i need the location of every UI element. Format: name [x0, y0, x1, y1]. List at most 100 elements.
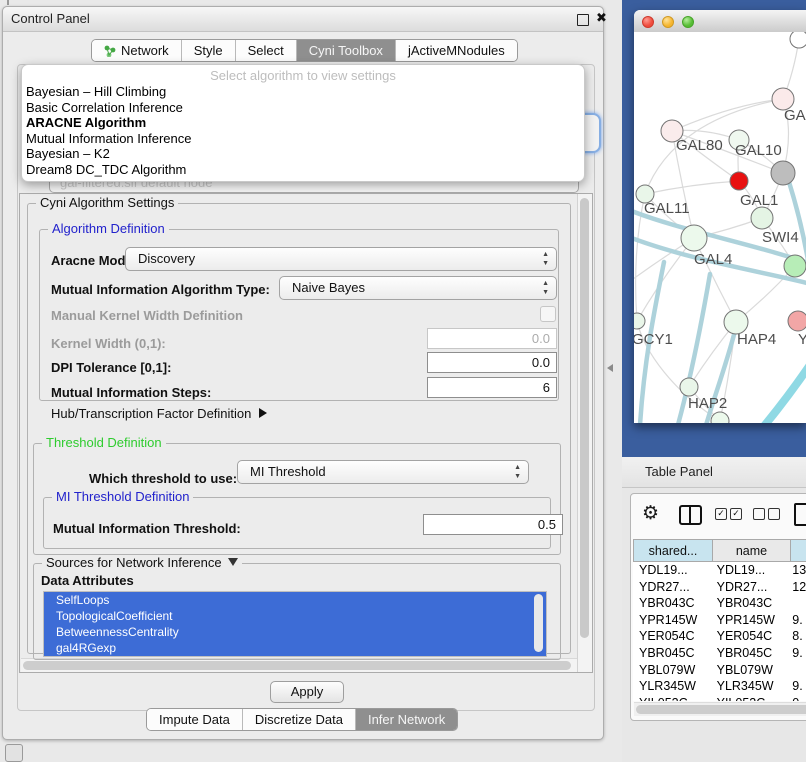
network-window-titlebar: [634, 10, 806, 33]
unchecked-boxes-icon[interactable]: [753, 508, 780, 520]
tab-jactivemnodules[interactable]: jActiveMNodules: [396, 40, 517, 61]
table-row-yil052c[interactable]: YIL052CYIL052C0.: [633, 695, 806, 701]
node-label-gal10: GAL10: [735, 142, 782, 159]
node-label-gal80: GAL80: [676, 137, 723, 154]
node-label-gal4: GAL4: [694, 251, 732, 268]
tab-cyni-toolbox[interactable]: Cyni Toolbox: [297, 40, 396, 61]
attribute-selfloops[interactable]: SelfLoops: [44, 592, 546, 608]
settings-horizontal-scrollbar[interactable]: [21, 658, 577, 672]
zoom-traffic-light-icon[interactable]: [682, 16, 694, 28]
node-table-panel: ⚙ ✓✓ shared...nameA YDL19...YDL19...13YD…: [630, 493, 806, 721]
settings-vertical-scrollbar[interactable]: [577, 194, 592, 672]
network-node-gal1[interactable]: [751, 207, 773, 229]
algorithm-option-bayesian-k2[interactable]: Bayesian – K2: [25, 146, 581, 162]
algorithm-placeholder: Select algorithm to view settings: [22, 68, 584, 83]
table-row-ybl079w[interactable]: YBL079WYBL079W: [633, 662, 806, 679]
dpi-tolerance-field[interactable]: 0.0: [427, 352, 557, 373]
network-node-swi4[interactable]: [784, 255, 806, 277]
close-traffic-light-icon[interactable]: [642, 16, 654, 28]
algorithm-option-bayesian-hill-climbing[interactable]: Bayesian – Hill Climbing: [25, 84, 581, 100]
control-panel-titlebar: Control Panel ✖: [3, 7, 603, 32]
node-label-gal11: GAL11: [644, 200, 690, 217]
hub-definition-toggle[interactable]: Hub/Transcription Factor Definition: [51, 406, 267, 421]
network-node-gal4[interactable]: [681, 225, 707, 251]
table-row-ydr27[interactable]: YDR27...YDR27...12: [633, 579, 806, 596]
manual-kernel-checkbox[interactable]: [540, 306, 556, 322]
float-icon[interactable]: [577, 14, 589, 26]
table-row-ybr043c[interactable]: YBR043CYBR043C: [633, 595, 806, 612]
which-threshold-combo[interactable]: MI Threshold ▲▼: [237, 460, 529, 484]
table-row-ydl19[interactable]: YDL19...YDL19...13: [633, 562, 806, 579]
network-canvas[interactable]: GAL7GAL80GAL10GAL1GAL11SWI4GAL4GCY1HAP4Y…: [634, 32, 806, 423]
algorithm-option-aracne-algorithm[interactable]: ARACNE Algorithm: [25, 115, 581, 131]
attribute-topologicalcoefficient[interactable]: TopologicalCoefficient: [44, 608, 546, 624]
table-panel-titlebar: Table Panel: [622, 457, 806, 488]
apply-button[interactable]: Apply: [270, 681, 344, 703]
network-view-window: GAL7GAL80GAL10GAL1GAL11SWI4GAL4GCY1HAP4Y…: [634, 10, 806, 423]
table-panel: Table Panel ⚙ ✓✓ shared...nameA YDL19...…: [622, 457, 806, 762]
tab-style[interactable]: Style: [182, 40, 236, 61]
table-row-ylr345w[interactable]: YLR345WYLR345W9.: [633, 678, 806, 695]
document-icon[interactable]: [794, 503, 806, 526]
combo-stepper-icon: ▲▼: [542, 250, 549, 268]
network-node-gcy1[interactable]: [634, 313, 645, 329]
split-columns-icon[interactable]: [679, 505, 702, 525]
network-node-node-top[interactable]: [790, 32, 806, 48]
network-node-node-gray[interactable]: [771, 161, 795, 185]
node-table: shared...nameA YDL19...YDL19...13YDR27..…: [633, 539, 806, 720]
sources-toggle[interactable]: Sources for Network Inference: [42, 555, 242, 570]
tab-discretize-data[interactable]: Discretize Data: [243, 709, 356, 730]
control-panel-title: Control Panel: [11, 11, 90, 26]
table-row-ypr145w[interactable]: YPR145WYPR145W9.: [633, 612, 806, 629]
minimize-traffic-light-icon[interactable]: [662, 16, 674, 28]
gear-icon[interactable]: ⚙: [642, 502, 659, 525]
expanded-arrow-icon: [228, 558, 238, 566]
control-panel-window: Control Panel ✖ NetworkStyleSelectCyni T…: [2, 6, 604, 740]
tab-network[interactable]: Network: [92, 40, 182, 61]
tab-select[interactable]: Select: [236, 40, 297, 61]
table-row-yer054c[interactable]: YER054CYER054C8.: [633, 628, 806, 645]
screen: Control Panel ✖ NetworkStyleSelectCyni T…: [0, 0, 806, 762]
top-edge-tick: [7, 0, 9, 5]
column-header-a[interactable]: A: [791, 539, 806, 562]
minimized-panel-icon[interactable]: [5, 744, 23, 762]
node-label-hap4: HAP4: [737, 331, 776, 348]
close-icon[interactable]: ✖: [596, 10, 607, 26]
column-header-shared[interactable]: shared...: [633, 539, 713, 562]
attribute-betweennesscentrality[interactable]: BetweennessCentrality: [44, 624, 546, 640]
network-node-node-red[interactable]: [730, 172, 748, 190]
mi-threshold-label: Mutual Information Threshold:: [53, 521, 241, 536]
data-attributes-list[interactable]: SelfLoopsTopologicalCoefficientBetweenne…: [43, 591, 547, 657]
table-row-ybr045c[interactable]: YBR045CYBR045C9.: [633, 645, 806, 662]
group-title-cyni: Cyni Algorithm Settings: [36, 195, 178, 210]
network-node-node-salmon[interactable]: [788, 311, 806, 331]
algorithm-option-basic-correlation-inference[interactable]: Basic Correlation Inference: [25, 100, 581, 116]
network-edge-thick: [749, 362, 806, 423]
splitter-collapse-icon[interactable]: [607, 364, 613, 372]
mi-type-combo[interactable]: Naive Bayes ▲▼: [279, 276, 557, 300]
network-node-hap2[interactable]: [680, 378, 698, 396]
kernel-width-label: Kernel Width (0,1):: [51, 336, 166, 351]
tab-infer-network[interactable]: Infer Network: [356, 709, 457, 730]
node-label-gal7: GAL7: [784, 107, 806, 124]
algorithm-option-dream8-dc-tdc-algorithm[interactable]: Dream8 DC_TDC Algorithm: [25, 162, 581, 178]
dpi-tolerance-label: DPI Tolerance [0,1]:: [51, 360, 171, 375]
network-node-node-bottom[interactable]: [711, 412, 729, 423]
attribute-gal4rgexp[interactable]: gal4RGexp: [44, 640, 546, 656]
kernel-width-field[interactable]: 0.0: [427, 328, 557, 349]
algorithm-option-list: Bayesian – Hill ClimbingBasic Correlatio…: [25, 84, 581, 178]
mi-threshold-field[interactable]: 0.5: [423, 514, 563, 535]
aracne-mode-combo[interactable]: Discovery ▲▼: [125, 247, 557, 271]
column-header-name[interactable]: name: [713, 539, 791, 562]
mi-steps-field[interactable]: 6: [427, 377, 557, 398]
checked-boxes-icon[interactable]: ✓✓: [715, 508, 742, 520]
table-panel-title: Table Panel: [645, 464, 713, 479]
node-label-gcy1: GCY1: [634, 331, 673, 348]
algorithm-option-mutual-information-inference[interactable]: Mutual Information Inference: [25, 131, 581, 147]
mi-type-label: Mutual Information Algorithm Type:: [51, 282, 270, 297]
manual-kernel-label: Manual Kernel Width Definition: [51, 308, 243, 323]
tab-impute-data[interactable]: Impute Data: [147, 709, 243, 730]
top-tab-bar: NetworkStyleSelectCyni ToolboxjActiveMNo…: [91, 39, 518, 62]
attributes-scrollbar[interactable]: [534, 594, 543, 652]
table-horizontal-scrollbar[interactable]: [634, 702, 806, 716]
